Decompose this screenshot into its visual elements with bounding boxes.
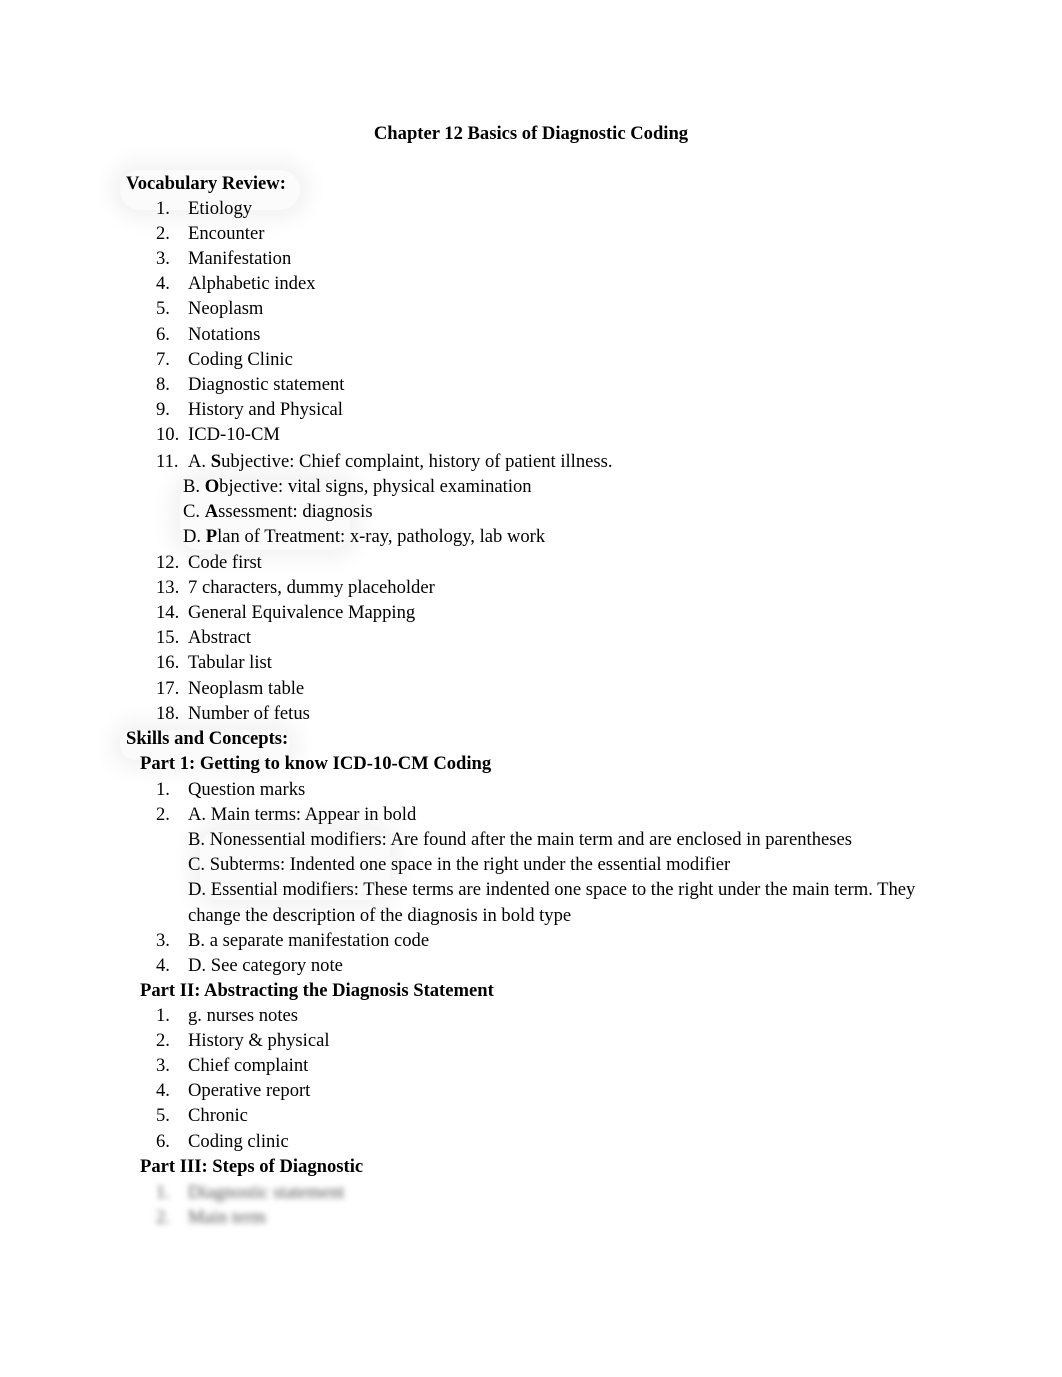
list-text: Etiology — [188, 198, 253, 219]
list-number: 5. — [156, 1105, 170, 1127]
soap-initial: P — [205, 526, 218, 548]
list-text: D. See category note — [188, 954, 343, 976]
list-text: General Equivalence Mapping — [188, 602, 416, 624]
soap-prefix: D. — [183, 526, 206, 548]
section-heading: Skills and Concepts: — [126, 728, 289, 749]
list-number: 2. — [156, 223, 170, 245]
list-number: 9. — [156, 398, 170, 420]
list-number: 10. — [156, 423, 180, 445]
soap-initial: O — [204, 476, 220, 498]
list-number: 17. — [156, 677, 180, 699]
list-text: g. nurses notes — [188, 1005, 299, 1026]
list-number: 1. — [156, 1182, 170, 1203]
list-text: change the description of the diagnosis … — [188, 904, 572, 926]
list-text: D. Essential modifiers: These terms are … — [188, 879, 916, 901]
soap-prefix: C. — [183, 501, 205, 523]
soap-rest: ubjective: Chief complaint, history of p… — [221, 451, 613, 472]
soap-text: D. Plan of Treatment: x-ray, pathology, … — [183, 526, 545, 548]
list-text: C. Subterms: Indented one space in the r… — [188, 854, 731, 876]
list-text: Chronic — [188, 1105, 248, 1127]
list-number: 6. — [156, 323, 170, 345]
list-text: Operative report — [188, 1080, 311, 1102]
list-text: Alphabetic index — [188, 273, 316, 295]
list-number: 12. — [156, 552, 180, 573]
list-number: 3. — [156, 929, 170, 951]
list-text: Manifestation — [188, 248, 292, 270]
list-text: Main term — [188, 1207, 266, 1229]
section-heading: Part II: Abstracting the Diagnosis State… — [140, 980, 494, 1001]
list-text: Question marks — [188, 779, 306, 800]
list-number: 4. — [156, 1080, 170, 1102]
list-number: 1. — [156, 779, 170, 800]
list-text: History and Physical — [188, 398, 343, 420]
list-text: History & physical — [188, 1030, 330, 1052]
soap-prefix: B. — [183, 476, 205, 498]
list-number: 16. — [156, 652, 180, 674]
list-text: Diagnostic statement — [188, 373, 345, 395]
list-text: ICD-10-CM — [188, 423, 280, 445]
section-heading: Part 1: Getting to know ICD-10-CM Coding — [140, 753, 492, 774]
list-number: 1. — [156, 1005, 170, 1026]
list-number: 4. — [156, 954, 170, 976]
list-number: 5. — [156, 298, 170, 320]
list-text: Encounter — [188, 223, 265, 245]
soap-text: A. Subjective: Chief complaint, history … — [188, 451, 613, 473]
list-text: Abstract — [188, 627, 251, 649]
list-number: 3. — [156, 248, 170, 270]
list-number: 7. — [156, 348, 170, 370]
soap-rest: bjective: vital signs, physical examinat… — [219, 476, 532, 498]
list-number: 11. — [156, 451, 179, 472]
list-text: B. Nonessential modifiers: Are found aft… — [188, 829, 852, 851]
list-number: 2. — [156, 1030, 170, 1052]
soap-text: B. Objective: vital signs, physical exam… — [183, 476, 532, 498]
list-text: Coding clinic — [188, 1130, 289, 1152]
soap-prefix: A. — [188, 451, 211, 472]
list-text: Tabular list — [188, 652, 272, 674]
list-text: Chief complaint — [188, 1055, 309, 1077]
list-text: B. a separate manifestation code — [188, 929, 430, 951]
list-number: 3. — [156, 1055, 170, 1077]
list-text: Neoplasm table — [188, 677, 305, 699]
list-number: 8. — [156, 373, 170, 395]
list-number: 2. — [156, 1207, 170, 1229]
list-number: 1. — [156, 198, 170, 219]
soap-rest: ssessment: diagnosis — [218, 501, 373, 523]
soap-rest: lan of Treatment: x-ray, pathology, lab … — [217, 526, 546, 548]
list-number: 14. — [156, 602, 180, 624]
list-number: 13. — [156, 577, 180, 599]
list-number: 2. — [156, 804, 170, 826]
soap-initial: S — [210, 451, 222, 472]
list-text: Neoplasm — [188, 298, 264, 320]
list-number: 18. — [156, 702, 180, 724]
section-heading: Part III: Steps of Diagnostic — [140, 1156, 364, 1177]
list-text: Coding Clinic — [188, 348, 293, 370]
soap-text: C. Assessment: diagnosis — [183, 501, 373, 523]
list-number: 6. — [156, 1130, 170, 1152]
page-title: Chapter 12 Basics of Diagnostic Coding — [373, 123, 689, 144]
list-number: 4. — [156, 273, 170, 295]
soap-initial: A — [204, 501, 219, 523]
list-number: 15. — [156, 627, 180, 649]
list-text: A. Main terms: Appear in bold — [188, 804, 417, 826]
list-text: 7 characters, dummy placeholder — [188, 577, 435, 599]
list-text: Diagnostic statement — [188, 1182, 345, 1203]
section-heading: Vocabulary Review: — [126, 173, 286, 194]
list-text: Number of fetus — [188, 702, 310, 724]
list-text: Notations — [188, 323, 261, 345]
list-text: Code first — [188, 552, 262, 573]
